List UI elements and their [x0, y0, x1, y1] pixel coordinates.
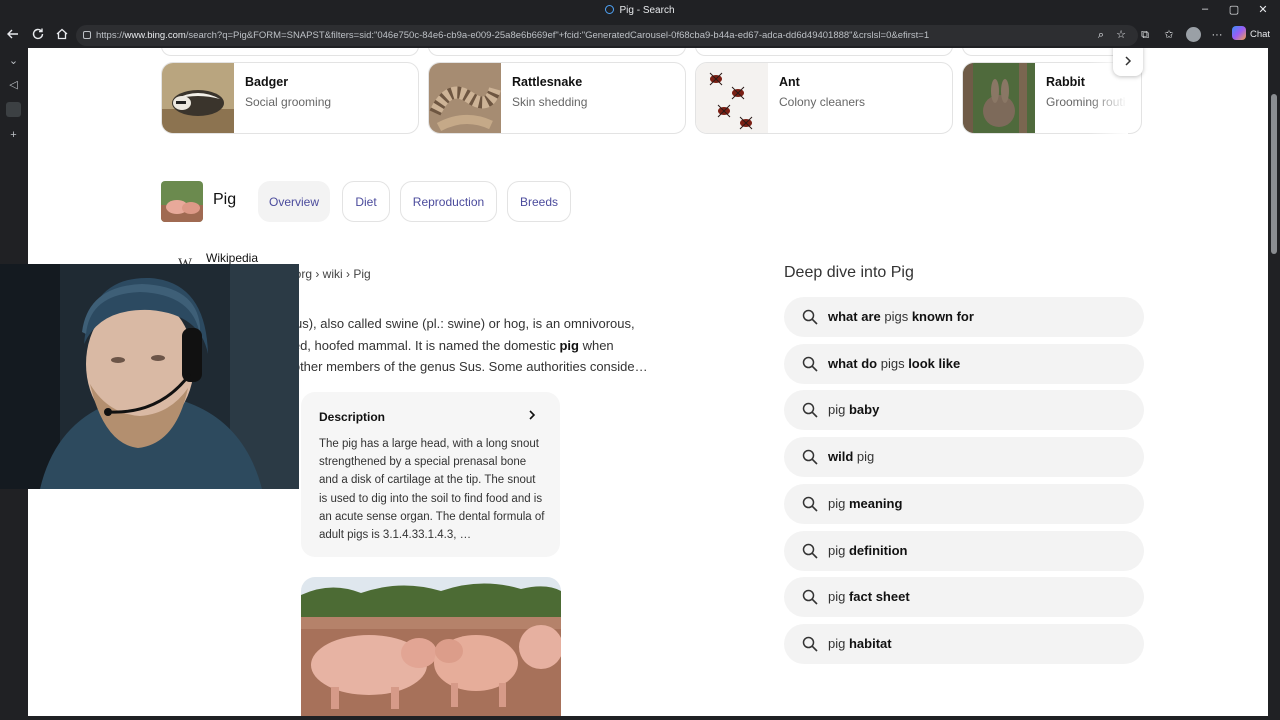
rattlesnake-thumbnail	[429, 63, 501, 133]
carousel-card-partial[interactable]	[428, 48, 686, 56]
tab-breeds[interactable]: Breeds	[507, 181, 571, 222]
card-title: Ant	[779, 75, 800, 89]
related-search-suggestion[interactable]: pig definition	[784, 530, 1144, 571]
url-prefix: https://	[96, 30, 125, 41]
url-path: /search?q=Pig&FORM=SNAPST&filters=sid:"0…	[185, 30, 930, 41]
wiki-summary: ticus), also called swine (pl.: swine) o…	[282, 316, 648, 374]
related-search-suggestion[interactable]: what do pigs look like	[784, 343, 1144, 384]
description-card[interactable]: Description The pig has a large head, wi…	[301, 392, 560, 557]
card-title: Rattlesnake	[512, 75, 583, 89]
scrollbar-thumb[interactable]	[1271, 94, 1277, 254]
related-search-suggestion[interactable]: pig meaning	[784, 483, 1144, 524]
refresh-icon	[32, 28, 44, 40]
refresh-button[interactable]	[30, 27, 46, 43]
carousel-card-partial[interactable]	[695, 48, 953, 56]
minimize-button[interactable]: –	[1198, 3, 1212, 15]
suggestion-text: what are pigs known for	[828, 309, 974, 324]
search-icon	[802, 636, 818, 652]
new-tab-plus-icon[interactable]: +	[6, 128, 21, 143]
card-title: Rabbit	[1046, 75, 1085, 89]
search-icon	[802, 449, 818, 465]
search-icon	[802, 403, 818, 418]
ant-thumbnail	[696, 63, 768, 133]
pig-photo[interactable]	[301, 577, 561, 716]
related-search-suggestion[interactable]: wild pig	[784, 437, 1144, 478]
profile-avatar[interactable]	[1186, 27, 1201, 42]
maximize-button[interactable]: ▢	[1227, 3, 1241, 16]
suggestion-text: pig definition	[828, 542, 908, 558]
window-titlebar: Pig - Search – ▢ ✕	[0, 0, 1280, 22]
card-title: Badger	[245, 75, 289, 89]
active-tab-icon[interactable]	[6, 102, 21, 117]
search-icon	[802, 496, 818, 512]
back-arrow-icon	[7, 29, 18, 39]
pig-entity-thumbnail[interactable]	[161, 181, 203, 222]
card-subtitle: Social grooming	[245, 95, 332, 109]
copilot-chat-button[interactable]: Chat	[1232, 26, 1270, 43]
badger-thumbnail	[162, 63, 234, 133]
close-window-button[interactable]: ✕	[1256, 3, 1270, 16]
related-search-suggestion[interactable]: pig baby	[784, 390, 1144, 431]
favorites-icon[interactable]: ✩	[1162, 28, 1176, 42]
search-icon	[802, 309, 818, 325]
search-icon	[802, 356, 818, 372]
tab-reproduction[interactable]: Reproduction	[400, 181, 497, 222]
search-icon	[802, 543, 818, 559]
carousel-next-button[interactable]	[1113, 48, 1143, 76]
rabbit-thumbnail	[963, 63, 1035, 133]
related-search-suggestion[interactable]: pig fact sheet	[784, 577, 1144, 618]
chevron-down-icon[interactable]: ⌄	[6, 54, 21, 69]
suggestion-text: wild pig	[828, 449, 875, 465]
suggestion-text: pig baby	[828, 402, 880, 418]
browser-toolbar: https://www.bing.com/search?q=Pig&FORM=S…	[0, 22, 1280, 48]
back-button[interactable]	[5, 27, 21, 43]
search-icon	[802, 589, 818, 605]
suggestion-text: what do pigs look like	[828, 355, 961, 371]
tab-diet[interactable]: Diet	[342, 181, 390, 222]
deep-dive-title: Deep dive into Pig	[784, 264, 914, 281]
speaker-icon[interactable]: ◁	[6, 78, 21, 93]
description-text: The pig has a large head, with a long sn…	[319, 438, 545, 542]
favorite-star-icon[interactable]: ☆	[1114, 28, 1128, 42]
extensions-icon[interactable]: ⧉	[1138, 28, 1152, 42]
suggestion-text: pig fact sheet	[828, 589, 910, 605]
card-subtitle: Colony cleaners	[779, 95, 866, 109]
suggestion-text: pig habitat	[828, 635, 892, 651]
home-icon	[56, 28, 68, 40]
carousel-card-rattlesnake[interactable]: Rattlesnake Skin shedding	[428, 62, 686, 134]
home-button[interactable]	[54, 27, 70, 43]
address-input[interactable]: https://www.bing.com/search?q=Pig&FORM=S…	[76, 25, 1138, 46]
chevron-right-icon	[1125, 56, 1132, 66]
suggestion-text: pig meaning	[828, 495, 903, 511]
url-host: www.bing.com	[124, 30, 186, 41]
entity-title: Pig	[213, 191, 237, 208]
carousel-card-badger[interactable]: Badger Social grooming	[161, 62, 419, 134]
wiki-source-name[interactable]: Wikipedia	[206, 251, 258, 265]
card-subtitle: Skin shedding	[512, 95, 588, 109]
carousel-card-partial[interactable]	[161, 48, 419, 56]
copilot-logo-icon	[1232, 26, 1246, 40]
page-scrollbar[interactable]	[1268, 48, 1280, 720]
carousel-card-ant[interactable]: Ant Colony cleaners	[695, 62, 953, 134]
webcam-overlay	[0, 264, 299, 489]
related-search-suggestion[interactable]: pig habitat	[784, 623, 1144, 664]
search-favicon-icon	[605, 5, 615, 14]
lock-icon	[83, 31, 91, 39]
tab-overview[interactable]: Overview	[258, 181, 330, 222]
window-title: Pig - Search	[0, 5, 1280, 16]
carousel-card-partial[interactable]	[962, 48, 1132, 56]
related-search-suggestion[interactable]: what are pigs known for	[784, 297, 1144, 337]
more-menu-icon[interactable]: ···	[1210, 28, 1224, 42]
description-title: Description	[319, 410, 386, 424]
zoom-icon[interactable]: ⌕	[1094, 28, 1108, 42]
chevron-right-icon[interactable]	[527, 408, 537, 424]
